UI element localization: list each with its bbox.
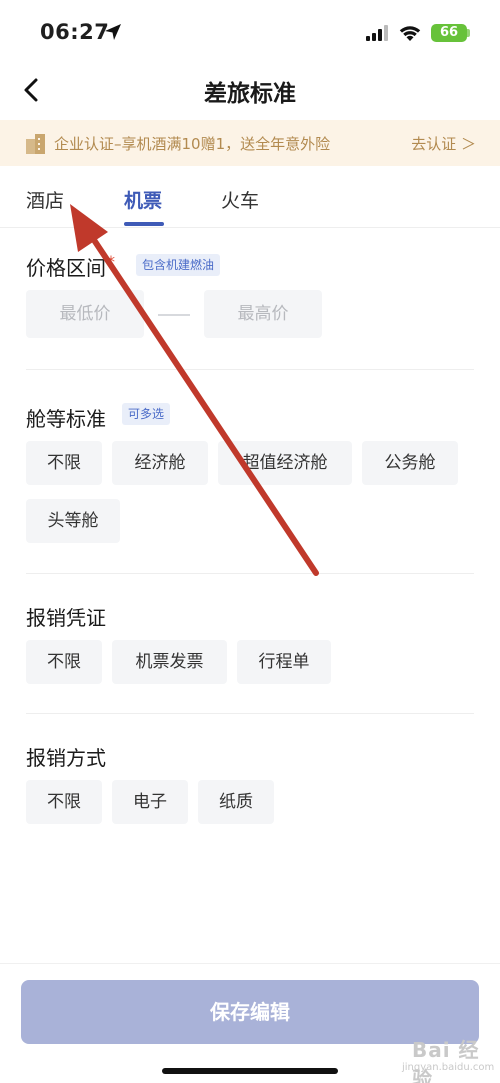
required-mark: * <box>107 252 115 271</box>
method-option-any[interactable]: 不限 <box>26 780 102 824</box>
voucher-option-any[interactable]: 不限 <box>26 640 102 684</box>
active-tab-indicator <box>124 222 164 226</box>
wifi-icon <box>399 26 421 41</box>
banner-text: 企业认证–享机酒满10赠1，送全年意外险 <box>54 135 331 153</box>
min-price-input[interactable]: 最低价 <box>26 290 144 338</box>
cabin-option-first[interactable]: 头等舱 <box>26 499 120 543</box>
cabin-section-title: 舱等标准 <box>26 407 106 431</box>
watermark-text: Bai 经验 <box>412 1038 480 1083</box>
signal-icon <box>366 25 388 41</box>
price-title-text: 价格区间 <box>26 256 106 280</box>
location-arrow-icon <box>105 24 121 40</box>
cabin-option-business[interactable]: 公务舱 <box>362 441 458 485</box>
battery-icon: 66 <box>431 24 467 42</box>
watermark: Bai 经验 jingyan.baidu.com <box>382 1024 495 1083</box>
cabin-option-any[interactable]: 不限 <box>26 441 102 485</box>
voucher-section-title: 报销凭证 <box>26 606 106 630</box>
tab-train[interactable]: 火车 <box>221 186 259 213</box>
section-divider <box>26 573 474 574</box>
watermark-url: jingyan.baidu.com <box>402 1062 495 1073</box>
voucher-option-flight-invoice[interactable]: 机票发票 <box>112 640 227 684</box>
tab-flight[interactable]: 机票 <box>124 186 162 213</box>
tab-hotel[interactable]: 酒店 <box>26 186 64 213</box>
max-price-input[interactable]: 最高价 <box>204 290 322 338</box>
cabin-option-premium-economy[interactable]: 超值经济舱 <box>218 441 352 485</box>
building-icon <box>26 134 45 154</box>
method-option-electronic[interactable]: 电子 <box>112 780 188 824</box>
page-title: 差旅标准 <box>204 81 296 107</box>
voucher-option-itinerary[interactable]: 行程单 <box>237 640 331 684</box>
cabin-option-economy[interactable]: 经济舱 <box>112 441 208 485</box>
nav-bar: 差旅标准 <box>0 64 500 116</box>
multi-select-tag: 可多选 <box>122 403 171 425</box>
promo-banner[interactable]: 企业认证–享机酒满10赠1，送全年意外险 去认证 ＞ <box>0 120 500 166</box>
range-dash <box>158 314 190 316</box>
status-time: 06:27 <box>40 20 110 44</box>
fuel-included-tag: 包含机建燃油 <box>136 254 221 276</box>
tab-bar: 酒店 机票 火车 <box>0 176 500 228</box>
section-divider <box>26 713 474 714</box>
status-bar: 06:27 66 <box>0 0 500 64</box>
certify-link[interactable]: 去认证 ＞ <box>411 133 476 154</box>
home-indicator <box>162 1068 338 1074</box>
method-option-paper[interactable]: 纸质 <box>198 780 274 824</box>
price-section-title: 价格区间* <box>26 252 115 281</box>
battery-level: 66 <box>439 25 459 40</box>
method-section-title: 报销方式 <box>26 746 106 770</box>
section-divider <box>26 369 474 370</box>
battery-tip <box>467 29 470 37</box>
